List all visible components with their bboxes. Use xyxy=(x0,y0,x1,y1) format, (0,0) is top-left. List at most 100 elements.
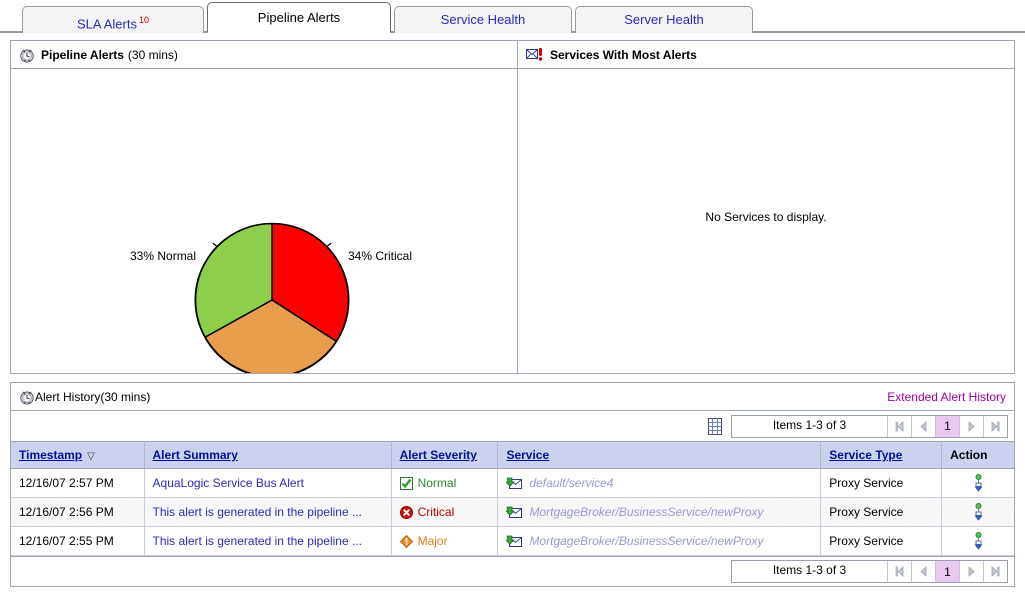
cell-service: default/service4 xyxy=(497,468,822,498)
cell-alert-severity: Critical xyxy=(391,497,499,527)
pipeline-alerts-panel: Pipeline Alerts (30 mins) 33% Normal 34%… xyxy=(11,41,518,373)
cell-service: MortgageBroker/BusinessService/newProxy xyxy=(497,526,822,556)
dashboard-top-row: Pipeline Alerts (30 mins) 33% Normal 34%… xyxy=(10,40,1015,374)
clock-icon xyxy=(19,47,35,63)
pager-prev-button[interactable] xyxy=(912,561,936,582)
service-link[interactable]: MortgageBroker/BusinessService/newProxy xyxy=(529,505,763,519)
services-panel-body: No Services to display. xyxy=(518,69,1014,373)
pipeline-alerts-panel-subtitle: (30 mins) xyxy=(127,47,178,62)
alert-summary-link[interactable]: This alert is generated in the pipeline … xyxy=(153,534,362,548)
sort-descending-icon: ▽ xyxy=(87,451,95,462)
column-header-action-label: Action xyxy=(950,448,988,462)
table-header-row: Timestamp ▽ Alert Summary Alert Severity … xyxy=(11,441,1014,469)
alert-envelope-icon xyxy=(525,47,544,62)
cell-alert-severity: Major xyxy=(391,526,499,556)
pin-down-icon[interactable] xyxy=(950,503,1006,521)
alert-summary-link[interactable]: This alert is generated in the pipeline … xyxy=(153,505,362,519)
column-header-service-label: Service xyxy=(506,448,550,462)
column-header-timestamp-label: Timestamp xyxy=(19,448,83,462)
alert-history-pager-top: Items 1-3 of 3 1 xyxy=(11,411,1014,441)
pager-bottom: Items 1-3 of 3 1 xyxy=(731,560,1008,583)
column-header-service-type[interactable]: Service Type xyxy=(820,441,943,469)
extended-alert-history-link[interactable]: Extended Alert History xyxy=(887,390,1006,404)
error-circle-icon xyxy=(399,505,413,519)
pager-last-button[interactable] xyxy=(984,415,1007,437)
alert-history-subtitle: (30 mins) xyxy=(100,389,151,404)
service-link[interactable]: MortgageBroker/BusinessService/newProxy xyxy=(529,534,763,548)
cell-action xyxy=(941,497,1014,527)
cell-action xyxy=(941,526,1014,556)
warning-diamond-icon xyxy=(399,534,413,548)
table-row: 12/16/07 2:56 PM This alert is generated… xyxy=(11,497,1014,527)
pager-top: Items 1-3 of 3 1 xyxy=(731,414,1008,438)
cell-alert-summary: AquaLogic Service Bus Alert xyxy=(144,468,392,498)
pager-next-button[interactable] xyxy=(960,415,984,437)
cell-service-type: Proxy Service xyxy=(820,468,943,498)
pager-first-button[interactable] xyxy=(888,561,912,582)
tab-service-health[interactable]: Service Health xyxy=(394,6,572,33)
pager-items-text: Items 1-3 of 3 xyxy=(732,415,888,437)
pager-next-button[interactable] xyxy=(960,561,984,582)
column-header-alert-severity[interactable]: Alert Severity xyxy=(391,441,499,469)
alert-history-pager-bottom: Items 1-3 of 3 1 xyxy=(11,556,1014,586)
pie-label-critical: 34% Critical xyxy=(348,249,413,263)
services-panel-header: Services With Most Alerts xyxy=(518,41,1014,69)
cell-service-type: Proxy Service xyxy=(820,497,943,527)
pager-last-button[interactable] xyxy=(984,561,1007,582)
table-row: 12/16/07 2:55 PM This alert is generated… xyxy=(11,526,1014,556)
cell-action xyxy=(941,468,1014,498)
column-header-service-type-label: Service Type xyxy=(829,448,903,462)
services-panel-title: Services With Most Alerts xyxy=(550,47,697,62)
column-header-alert-summary-label: Alert Summary xyxy=(152,448,238,462)
alert-history-table-head: Timestamp ▽ Alert Summary Alert Severity … xyxy=(11,441,1014,469)
tab-pipeline-alerts-label: Pipeline Alerts xyxy=(257,10,341,25)
tab-sla-alerts-badge: 10 xyxy=(138,15,149,25)
column-header-alert-severity-label: Alert Severity xyxy=(399,448,477,462)
proxy-service-icon xyxy=(505,534,523,548)
spreadsheet-icon[interactable] xyxy=(708,417,723,435)
pager-first-button[interactable] xyxy=(888,415,912,437)
pager-page-1-button[interactable]: 1 xyxy=(936,561,960,582)
pager-prev-button[interactable] xyxy=(912,415,936,437)
tab-server-health[interactable]: Server Health xyxy=(575,6,753,33)
pie-chart-svg xyxy=(194,222,350,373)
cell-service: MortgageBroker/BusinessService/newProxy xyxy=(497,497,822,527)
pipeline-alerts-panel-title: Pipeline Alerts xyxy=(41,47,124,62)
tab-bar: SLA Alerts 10 Pipeline Alerts Service Hea… xyxy=(0,0,1025,33)
severity-label: Major xyxy=(417,534,448,548)
pager-page-1-button[interactable]: 1 xyxy=(936,415,960,437)
check-box-icon xyxy=(399,476,413,490)
alert-history-table-body: 12/16/07 2:57 PM AquaLogic Service Bus A… xyxy=(11,468,1014,556)
table-row: 12/16/07 2:57 PM AquaLogic Service Bus A… xyxy=(11,468,1014,498)
severity-label: Normal xyxy=(417,476,457,490)
proxy-service-icon xyxy=(505,505,523,519)
proxy-service-icon xyxy=(505,476,523,490)
alert-history-title: Alert History xyxy=(35,389,101,404)
pipeline-alerts-chart-area: 33% Normal 34% Critical 33% Major xyxy=(11,69,517,373)
pin-down-icon[interactable] xyxy=(950,474,1006,492)
alert-summary-link[interactable]: AquaLogic Service Bus Alert xyxy=(153,476,304,490)
clock-icon xyxy=(19,389,35,405)
tab-pipeline-alerts[interactable]: Pipeline Alerts xyxy=(207,2,391,33)
cell-alert-summary: This alert is generated in the pipeline … xyxy=(144,526,392,556)
services-empty-message: No Services to display. xyxy=(705,210,827,224)
tab-sla-alerts-label: SLA Alerts xyxy=(77,16,137,32)
severity-label: Critical xyxy=(417,505,455,519)
service-link[interactable]: default/service4 xyxy=(529,476,613,490)
cell-timestamp: 12/16/07 2:55 PM xyxy=(11,526,145,556)
pin-down-icon[interactable] xyxy=(950,532,1006,550)
column-header-alert-summary[interactable]: Alert Summary xyxy=(144,441,392,469)
cell-service-type: Proxy Service xyxy=(820,526,943,556)
cell-timestamp: 12/16/07 2:57 PM xyxy=(11,468,145,498)
cell-alert-summary: This alert is generated in the pipeline … xyxy=(144,497,392,527)
column-header-service[interactable]: Service xyxy=(497,441,822,469)
pipeline-alerts-panel-header: Pipeline Alerts (30 mins) xyxy=(11,41,517,69)
services-with-most-alerts-panel: Services With Most Alerts No Services to… xyxy=(518,41,1014,373)
column-header-timestamp[interactable]: Timestamp ▽ xyxy=(11,441,145,469)
pie-label-normal: 33% Normal xyxy=(130,249,197,263)
cell-alert-severity: Normal xyxy=(391,468,499,498)
pie-chart: 33% Normal 34% Critical 33% Major xyxy=(11,69,517,373)
pager-items-text: Items 1-3 of 3 xyxy=(732,561,888,582)
tab-sla-alerts[interactable]: SLA Alerts 10 xyxy=(22,6,204,33)
tab-server-health-label: Server Health xyxy=(624,12,704,27)
